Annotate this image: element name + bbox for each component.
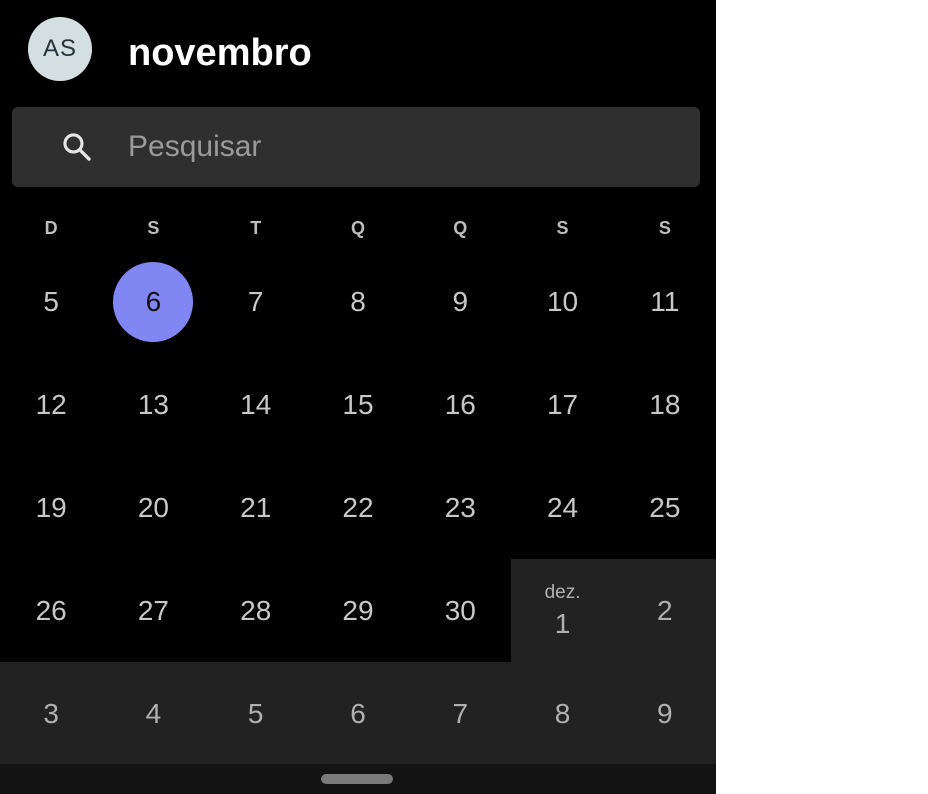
day-number: 25 bbox=[649, 491, 681, 523]
weekday-label: S bbox=[556, 218, 569, 238]
day-cell[interactable]: 28 bbox=[205, 559, 307, 662]
week-row: 12 13 14 15 16 17 18 bbox=[0, 353, 716, 456]
day-number: 5 bbox=[247, 697, 264, 729]
day-cell[interactable]: 5 bbox=[0, 250, 102, 353]
weekday-label: T bbox=[250, 218, 262, 238]
day-number: 2 bbox=[657, 594, 673, 626]
day-number: 18 bbox=[649, 388, 681, 420]
day-number: 1 bbox=[554, 607, 571, 639]
day-number: 8 bbox=[350, 285, 366, 317]
day-number: 23 bbox=[444, 491, 476, 523]
weekday-label: S bbox=[147, 218, 160, 238]
day-cell[interactable]: 9 bbox=[613, 662, 716, 765]
day-cell[interactable]: 5 bbox=[204, 662, 307, 765]
search-icon bbox=[63, 133, 91, 161]
home-handle[interactable] bbox=[321, 774, 393, 784]
day-cell[interactable]: 11 bbox=[614, 250, 716, 353]
day-cell[interactable]: 7 bbox=[409, 662, 512, 765]
day-cell[interactable]: 10 bbox=[511, 250, 613, 353]
day-number: 3 bbox=[43, 697, 59, 729]
day-number: 9 bbox=[452, 285, 469, 317]
day-number: 30 bbox=[444, 594, 476, 626]
page-title[interactable]: novembro bbox=[128, 30, 312, 76]
week-row: 3 4 5 6 7 8 9 bbox=[0, 662, 716, 765]
week-row: 19 20 21 22 23 24 25 bbox=[0, 456, 716, 559]
day-cell[interactable]: 23 bbox=[409, 456, 511, 559]
week-row: 26 27 28 29 30 dez. 1 2 bbox=[0, 559, 716, 662]
day-cell-today[interactable]: 6 bbox=[102, 250, 204, 353]
weekday-header: D S T Q Q S S bbox=[0, 214, 716, 242]
day-number: 16 bbox=[444, 388, 476, 420]
day-number: 22 bbox=[342, 491, 374, 523]
day-number: 15 bbox=[342, 388, 374, 420]
day-number: 5 bbox=[43, 285, 59, 317]
avatar[interactable]: AS bbox=[28, 17, 92, 81]
day-cell[interactable]: 20 bbox=[102, 456, 204, 559]
day-number: 26 bbox=[35, 594, 67, 626]
day-cell[interactable]: 22 bbox=[307, 456, 409, 559]
avatar-initials: AS bbox=[42, 35, 77, 62]
weekday-label: Q bbox=[453, 218, 468, 238]
day-number: 13 bbox=[137, 388, 169, 420]
day-cell[interactable]: 9 bbox=[409, 250, 511, 353]
day-cell[interactable]: 18 bbox=[614, 353, 716, 456]
day-number: 20 bbox=[137, 491, 169, 523]
day-cell[interactable]: 7 bbox=[205, 250, 307, 353]
day-number: 24 bbox=[546, 491, 579, 523]
week-row: 5 6 7 8 9 10 11 bbox=[0, 250, 716, 353]
weekday-label: S bbox=[658, 218, 671, 238]
day-cell[interactable]: 15 bbox=[307, 353, 409, 456]
day-cell[interactable]: 21 bbox=[205, 456, 307, 559]
day-number: 28 bbox=[240, 594, 272, 626]
day-number: 10 bbox=[546, 285, 579, 317]
day-cell[interactable]: 26 bbox=[0, 559, 102, 662]
calendar-app: AS novembro D S T Q Q S S 56789101112131… bbox=[0, 0, 716, 794]
day-cell[interactable]: 12 bbox=[0, 353, 102, 456]
weekday-label: D bbox=[44, 218, 58, 238]
day-cell[interactable]: 25 bbox=[614, 456, 716, 559]
day-number: 14 bbox=[240, 388, 272, 420]
day-cell[interactable]: 24 bbox=[511, 456, 613, 559]
day-cell[interactable]: 29 bbox=[307, 559, 409, 662]
day-number: 27 bbox=[137, 594, 169, 626]
day-cell[interactable]: 19 bbox=[0, 456, 102, 559]
day-cell[interactable]: 4 bbox=[102, 662, 205, 765]
day-cell[interactable]: 17 bbox=[511, 353, 613, 456]
day-cell[interactable]: 14 bbox=[205, 353, 307, 456]
weekday-label: Q bbox=[350, 218, 365, 238]
day-cell[interactable]: 8 bbox=[511, 662, 614, 765]
day-number: 12 bbox=[35, 388, 67, 420]
day-cell[interactable]: 13 bbox=[102, 353, 204, 456]
navigation-bar bbox=[0, 764, 716, 794]
day-number: 7 bbox=[247, 285, 264, 317]
day-number: 11 bbox=[650, 285, 680, 317]
month-label: dez. bbox=[544, 581, 581, 603]
day-number: 19 bbox=[35, 491, 67, 523]
day-number: 6 bbox=[145, 285, 162, 317]
day-number: 6 bbox=[350, 697, 366, 729]
day-number: 9 bbox=[657, 697, 673, 729]
day-cell[interactable]: 16 bbox=[409, 353, 511, 456]
day-cell[interactable]: 8 bbox=[307, 250, 409, 353]
day-number: 29 bbox=[342, 594, 374, 626]
day-cell[interactable]: 27 bbox=[102, 559, 204, 662]
day-cell[interactable]: 6 bbox=[306, 662, 410, 765]
day-cell[interactable]: 2 bbox=[613, 559, 716, 662]
day-number: 8 bbox=[554, 697, 571, 729]
day-cell[interactable]: 30 bbox=[409, 559, 511, 662]
day-cell[interactable]: dez. 1 bbox=[511, 559, 614, 662]
day-number: 7 bbox=[452, 697, 469, 729]
day-cell[interactable]: 3 bbox=[0, 662, 103, 765]
day-number: 17 bbox=[546, 388, 579, 420]
search-bar[interactable] bbox=[12, 107, 700, 187]
month-grid: 5 6 7 8 9 10 11 12 13 14 15 16 17 18 19 20 21 22 23 24 25 26 2… bbox=[0, 250, 716, 765]
day-number: 21 bbox=[240, 491, 272, 523]
search-input[interactable] bbox=[128, 125, 668, 169]
day-number: 4 bbox=[145, 697, 162, 729]
